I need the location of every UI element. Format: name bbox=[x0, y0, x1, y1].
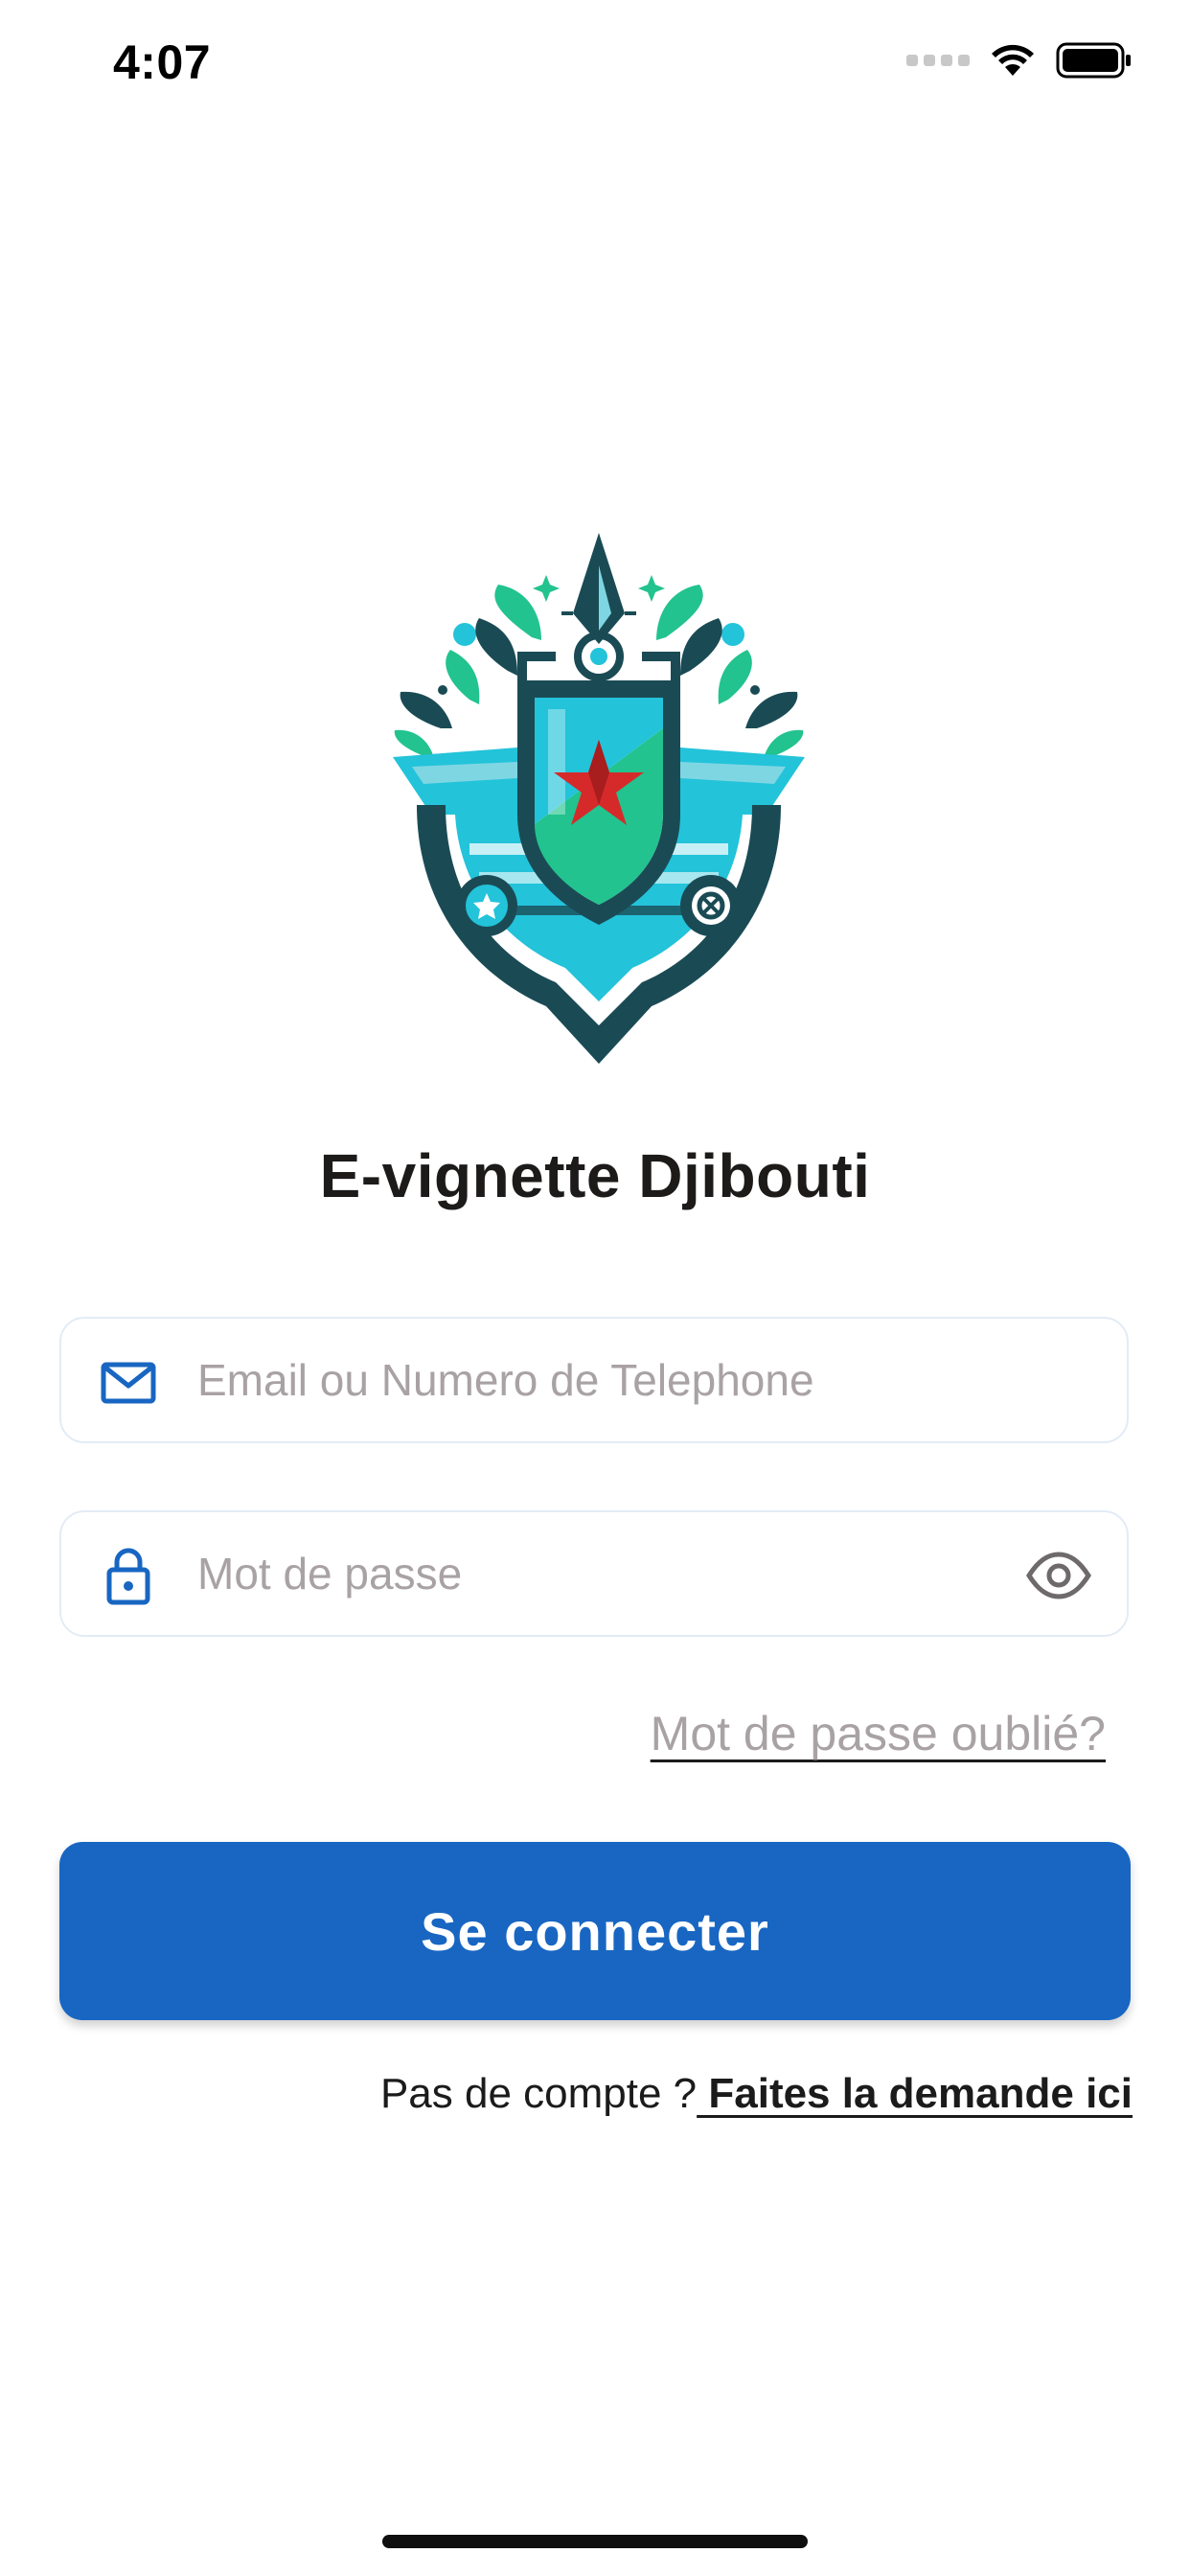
app-logo bbox=[374, 527, 824, 1083]
app-title: E-vignette Djibouti bbox=[319, 1141, 871, 1210]
eye-icon[interactable] bbox=[1025, 1545, 1092, 1606]
lock-icon bbox=[106, 1548, 150, 1605]
signup-link[interactable]: Faites la demande ici bbox=[697, 2070, 1133, 2117]
signup-row: Pas de compte ? Faites la demande ici bbox=[380, 2070, 1133, 2118]
status-icons bbox=[906, 42, 1133, 79]
password-input[interactable] bbox=[197, 1512, 1021, 1635]
email-input[interactable] bbox=[197, 1319, 1021, 1441]
email-field[interactable] bbox=[59, 1317, 1129, 1443]
wifi-icon bbox=[992, 44, 1034, 76]
mail-icon bbox=[101, 1362, 156, 1404]
forgot-password-link[interactable]: Mot de passe oublié? bbox=[651, 1706, 1106, 1761]
status-bar: 4:07 bbox=[0, 0, 1190, 134]
login-button[interactable]: Se connecter bbox=[59, 1842, 1131, 2020]
battery-icon bbox=[1056, 42, 1131, 79]
signup-prompt: Pas de compte ? bbox=[379, 2070, 698, 2117]
password-field[interactable] bbox=[59, 1510, 1129, 1637]
signal-dots-icon bbox=[906, 55, 970, 66]
emblem-shield-logo bbox=[393, 533, 805, 1064]
status-time: 4:07 bbox=[113, 35, 212, 89]
home-indicator[interactable] bbox=[382, 2535, 808, 2548]
